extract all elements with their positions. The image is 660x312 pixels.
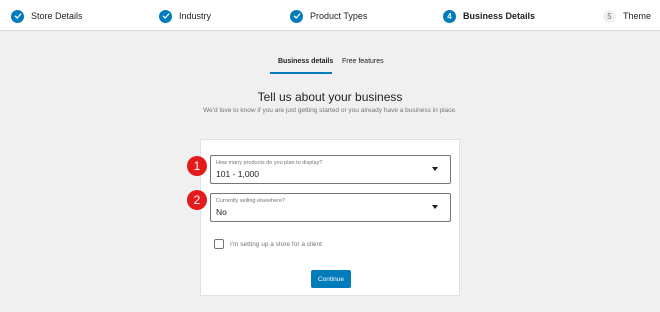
field-label: How many products do you plan to display… bbox=[216, 160, 323, 166]
client-store-checkbox[interactable] bbox=[214, 239, 224, 249]
step-label: Business Details bbox=[463, 11, 536, 21]
caret-down-icon[interactable] bbox=[432, 167, 438, 171]
selling-elsewhere-select[interactable]: Currently selling elsewhere? No bbox=[210, 193, 451, 222]
active-tab-indicator bbox=[270, 72, 332, 74]
field-value: 101 - 1,000 bbox=[216, 169, 260, 179]
step-number: 4 bbox=[443, 9, 456, 23]
continue-button[interactable]: Continue bbox=[311, 270, 351, 288]
page-title: Tell us about your business bbox=[257, 90, 403, 104]
step-label: Product Types bbox=[310, 11, 368, 21]
annotation-badge-1: 1 bbox=[187, 156, 207, 176]
caret-down-icon[interactable] bbox=[432, 205, 438, 209]
products-count-select[interactable]: How many products do you plan to display… bbox=[210, 155, 451, 184]
field-label: Currently selling elsewhere? bbox=[216, 198, 286, 204]
setup-stepper: Store Details Industry Product Types 4 B… bbox=[0, 0, 660, 31]
step-label: Store Details bbox=[31, 11, 83, 21]
page-subtitle: We'd love to know if you are just gettin… bbox=[203, 107, 457, 114]
step-label: Industry bbox=[179, 11, 212, 21]
client-store-option[interactable]: I'm setting up a store for a client bbox=[214, 238, 322, 250]
step-store-details[interactable]: Store Details bbox=[11, 9, 83, 23]
step-product-types[interactable]: Product Types bbox=[290, 9, 367, 23]
check-icon bbox=[11, 9, 24, 23]
check-icon bbox=[159, 9, 172, 23]
checkbox-label[interactable]: I'm setting up a store for a client bbox=[230, 241, 322, 248]
business-details-card: How many products do you plan to display… bbox=[200, 139, 460, 296]
step-theme[interactable]: 5 Theme bbox=[603, 9, 651, 23]
field-value: No bbox=[216, 207, 227, 217]
tab-free-features[interactable]: Free features bbox=[342, 58, 384, 74]
step-industry[interactable]: Industry bbox=[159, 9, 211, 23]
step-business-details[interactable]: 4 Business Details bbox=[443, 9, 535, 23]
step-number: 5 bbox=[603, 9, 616, 23]
annotation-badge-2: 2 bbox=[187, 190, 207, 210]
step-label: Theme bbox=[623, 11, 652, 21]
check-icon bbox=[290, 9, 303, 23]
